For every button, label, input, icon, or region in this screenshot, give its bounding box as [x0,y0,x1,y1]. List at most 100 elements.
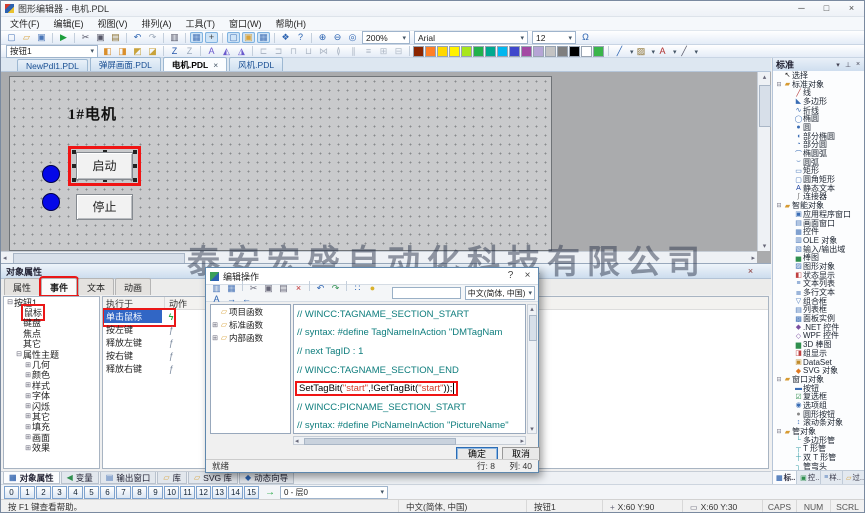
layer-button-9[interactable]: 9 [148,486,163,499]
direct-help-icon[interactable]: ? [294,32,307,43]
color-swatch-10[interactable] [533,46,544,57]
dialog-tree-project-functions[interactable]: ▱项目函数 [211,305,290,318]
save-icon[interactable]: ▣ [35,32,48,43]
layer-button-11[interactable]: 11 [180,486,195,499]
copy-format-icon[interactable]: ◧ [101,46,114,57]
props-tree-font[interactable]: ⊞字体 [4,391,99,401]
props-tree-property-topics[interactable]: ⊟属性主题 [4,349,99,359]
font-size-select[interactable]: 12▾ [532,31,576,44]
tab-animation[interactable]: 动画 [115,278,151,295]
scroll-right-icon[interactable]: ▸ [751,254,755,262]
props-tree-styles[interactable]: ⊞样式 [4,380,99,390]
scrollbar-thumb[interactable] [304,438,456,445]
minimize-button[interactable]: ─ [789,1,814,16]
layer-button-4[interactable]: 4 [68,486,83,499]
palette-item-ellipse-arc[interactable]: ⌒椭圆弧 [773,149,865,158]
layer-up-icon[interactable]: ◩ [131,46,144,57]
palette-collapse-icon[interactable]: ▾ [833,61,843,69]
layer-visible-icon[interactable]: ◨ [116,46,129,57]
start-button[interactable]: 启动 [76,152,133,180]
redo-icon[interactable]: ↷ [329,283,342,294]
props-tree-flashing[interactable]: ⊞闪烁 [4,401,99,411]
special-character-icon[interactable]: Ω [579,32,592,43]
fill-color-icon[interactable]: ▨ [635,46,648,57]
editor-vertical-scrollbar[interactable]: ▴ ▾ [527,304,537,434]
tab-popup-screen[interactable]: 弹屏画面.PDL [90,57,161,71]
copy-icon[interactable]: ▣ [262,283,275,294]
runtime-icon[interactable]: ❖ [279,32,292,43]
palette-item-polyline[interactable]: ∿折线 [773,106,865,115]
center-horizontal-icon[interactable]: ⋈ [317,46,330,57]
layer-button-12[interactable]: 12 [196,486,211,499]
chevron-down-icon[interactable]: ▾ [652,49,656,56]
color-swatch-0[interactable] [413,46,424,57]
properties-window-icon[interactable]: ▦ [257,32,270,43]
new-icon[interactable]: ▢ [5,32,18,43]
layer-button-10[interactable]: 10 [164,486,179,499]
paste-icon[interactable]: ▤ [109,32,122,43]
layer-button-8[interactable]: 8 [132,486,147,499]
layer-button-2[interactable]: 2 [36,486,51,499]
palette-item-scrollbar-object[interactable]: ↕滚动条对象 [773,419,865,428]
props-tree-object-button[interactable]: ⊟按钮1 [4,297,99,307]
menu-arrange[interactable]: 排列(A) [135,17,179,30]
menu-view[interactable]: 视图(V) [91,17,135,30]
undo-icon[interactable]: ↶ [314,283,327,294]
props-tree-misc-2[interactable]: ⊞其它 [4,411,99,421]
layer-button-1[interactable]: 1 [20,486,35,499]
color-swatch-4[interactable] [461,46,472,57]
tag-browser-icon[interactable]: ∷ [351,283,364,294]
color-swatch-6[interactable] [485,46,496,57]
props-tree-mouse[interactable]: 鼠标 [4,307,99,317]
layer-button-6[interactable]: 6 [100,486,115,499]
props-tree-geometry[interactable]: ⊞几何 [4,359,99,369]
run-icon[interactable]: ▶ [57,32,70,43]
snap-icon[interactable]: + [205,32,218,43]
scroll-right-icon[interactable]: ▸ [520,437,524,445]
color-swatch-3[interactable] [449,46,460,57]
layer-button-0[interactable]: 0 [4,486,19,499]
object-selector[interactable]: 按钮1▾ [6,45,98,58]
status-circle-stop[interactable] [42,193,60,211]
props-tree-keyboard[interactable]: 键盘 [4,318,99,328]
menu-window[interactable]: 窗口(W) [222,17,269,30]
palette-tab-styles[interactable]: ≡样.. [821,471,843,484]
tag-connection-icon[interactable]: A [205,46,218,57]
drawing-page[interactable]: 1#电机 启动 停止 [9,76,552,251]
color-swatch-7[interactable] [497,46,508,57]
panel-tab-svg-library[interactable]: ▱SVG 库 [188,472,238,484]
center-vertical-icon[interactable]: ≬ [332,46,345,57]
tab-fan[interactable]: 风机.PDL [229,57,283,71]
chevron-down-icon[interactable]: ▾ [630,49,634,56]
scroll-left-icon[interactable]: ◂ [3,254,7,262]
palette-item-group-display[interactable]: ◨组显示 [773,349,865,358]
output-window-icon[interactable]: ▣ [242,32,255,43]
dialog-help-button[interactable]: ? [502,269,519,282]
layer-arrow-icon[interactable]: → [265,487,275,498]
align-bottom-icon[interactable]: ⊔ [302,46,315,57]
palette-pin-icon[interactable]: ⊥ [843,61,853,69]
tab-newpdl1[interactable]: NewPdl1.PDL [17,59,88,71]
color-swatch-15[interactable] [593,46,604,57]
palette-item-ellipse[interactable]: ◯椭圆 [773,114,865,123]
color-swatch-9[interactable] [521,46,532,57]
font-family-select[interactable]: Arial▾ [414,31,528,44]
zoom-in-icon[interactable]: ⊕ [316,32,329,43]
panel-close-icon[interactable]: × [744,265,757,277]
chevron-down-icon[interactable]: ▾ [695,49,699,56]
palette-item-polygon[interactable]: ◣多边形 [773,97,865,106]
open-icon[interactable]: ▱ [20,32,33,43]
menu-help[interactable]: 帮助(H) [269,17,314,30]
palette-tab-standard[interactable]: ▦标.. [773,471,797,484]
palette-item-circle-arc[interactable]: ⌣圆弧 [773,158,865,167]
selection-handle[interactable] [133,150,137,154]
props-tree-filling[interactable]: ⊞填充 [4,422,99,432]
undo-icon[interactable]: ↶ [131,32,144,43]
palette-tab-process[interactable]: ▱过.. [843,471,865,484]
layer-button-13[interactable]: 13 [212,486,227,499]
menu-tools[interactable]: 工具(T) [179,17,223,30]
dialog-search-field[interactable] [392,287,460,299]
tab-motor[interactable]: 电机.PDL× [163,57,227,71]
scroll-left-icon[interactable]: ◂ [295,437,299,445]
palette-item-picture-window[interactable]: ▤画面窗口 [773,219,865,228]
